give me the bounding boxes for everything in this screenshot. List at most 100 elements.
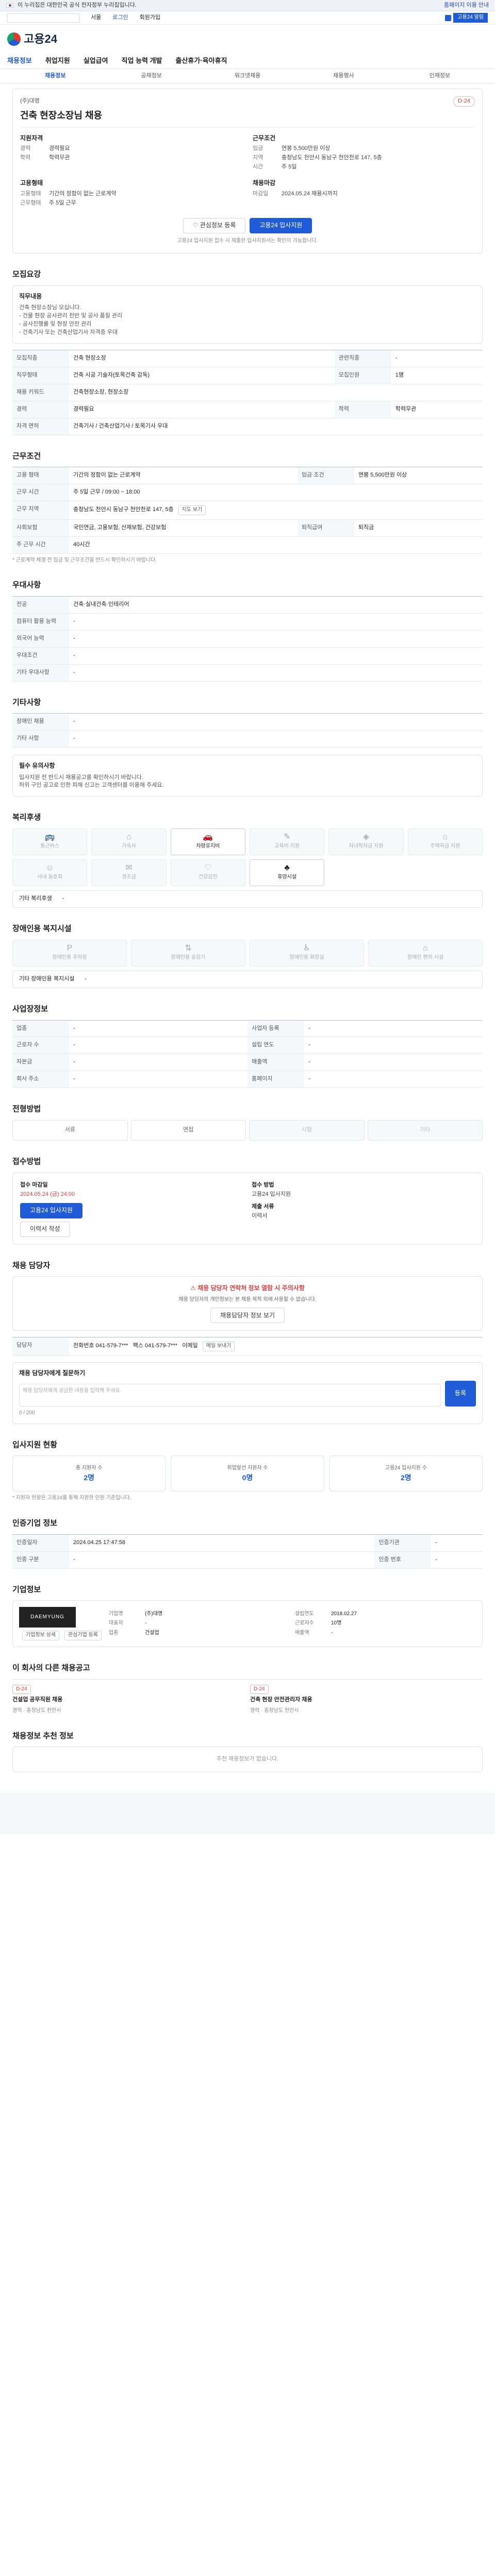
cap-icon: ◈	[362, 833, 370, 842]
section-official: 인증기업 정보	[12, 1518, 57, 1528]
recruit-table: 모집직종 건축 현장소장 관련직종 - 직무형태 건축 시공 기술자(토목건축 감독) 모…	[12, 349, 483, 435]
view-contact-button[interactable]: 채용담당자 정보 보기	[210, 1308, 285, 1324]
bed-icon: ⌂	[126, 833, 131, 842]
welfare-tile: ⌂ 주택자금 지원	[407, 828, 483, 856]
nav-employment-support[interactable]: 취업지원	[45, 56, 70, 66]
qa-box: 채용 담당자에게 질문하기 채용 담당자에게 궁금한 내용을 입력해 주세요. …	[12, 1362, 483, 1424]
welfare-tile: ♣ 휴양시설	[249, 859, 325, 887]
tab-events[interactable]: 채용행사	[295, 72, 391, 80]
section-disabled: 장애인용 복지시설	[12, 924, 72, 934]
stats-grid: 총 지원자 수 2명 취업알선 지원자 수 0명 고용24 입사지원 수 2명	[12, 1455, 483, 1492]
logo-mark-icon	[7, 32, 21, 46]
elevator-icon: ⇅ 장애인용 승강기	[131, 939, 245, 967]
tab-worknet[interactable]: 워크넷채용	[200, 72, 295, 80]
map-button[interactable]: 지도 보기	[178, 505, 206, 515]
car-icon: 🚗	[203, 833, 213, 842]
company-name[interactable]: (주)대명	[20, 97, 40, 106]
favorite-company-button[interactable]: 관심기업 등록	[64, 1631, 102, 1640]
disabled-other: 기타 장애인용 복지시설 -	[12, 970, 483, 988]
people-icon: ☺	[45, 863, 54, 873]
login-link[interactable]: 로그인	[112, 14, 128, 22]
gov-banner: 이 누리집은 대한민국 공식 전자정부 누리집입니다. 홈페이지 이용 안내	[0, 0, 495, 11]
header: 고용24	[0, 25, 495, 54]
section-apply: 접수방법	[12, 1157, 41, 1166]
sub-nav: 채용정보 공채정보 워크넷채용 채용행사 인재정보	[0, 69, 495, 83]
welfare-grid: 🚌 통근버스 ⌂ 기숙사 🚗 차량유지비 ✎ 교육비 지원 ◈ 자녀학자금 지원 ⌂ 주택자금 지원 ☺…	[12, 828, 483, 887]
nav-parental[interactable]: 출산휴가·육아휴직	[176, 56, 227, 66]
scrap-button[interactable]: ♡ 관심정보 등록	[183, 217, 246, 233]
job-summary-card: (주)대명 D-24 건축 현장소장님 채용 지원자격 경력 경력필요 학력 학력무…	[12, 89, 483, 253]
gift-icon: ✉	[125, 863, 133, 873]
deadline-value: 2024.05.24 (금) 24:00	[20, 1191, 75, 1197]
qualification-heading: 지원자격	[20, 134, 43, 142]
warning-icon: ⚠	[190, 1284, 198, 1292]
apply-card: 접수 마감일 2024.05.24 (금) 24:00 고용24 입사지원 이력…	[12, 1172, 483, 1245]
employment-type-heading: 고용형태	[20, 179, 43, 187]
welfare-tile: ⌂ 기숙사	[91, 828, 167, 856]
disabled-grid: P 장애인용 주차장 ⇅ 장애인용 승강기 ♿ 장애인용 화장실 ⌂ 장애인 편의 시설	[12, 939, 483, 967]
footer	[0, 1793, 495, 1835]
section-welfare: 복리후생	[12, 813, 41, 822]
apply-button[interactable]: 고용24 입사지원	[250, 217, 312, 233]
disabled-parking-icon: P 장애인용 주차장	[12, 939, 127, 967]
company-detail-button[interactable]: 기업정보 상세	[22, 1631, 59, 1640]
company-logo: DAEMYUNG	[19, 1607, 76, 1628]
apply-method-button[interactable]: 고용24 입사지원	[20, 1202, 82, 1218]
job-title: 건축 현장소장님 채용	[20, 110, 103, 121]
other-job-item[interactable]: D-24 건설업 공무직원 채용 경력 · 충청남도 천안시	[12, 1684, 245, 1715]
heart-icon: ♡	[204, 863, 212, 873]
signup-link[interactable]: 회원가입	[140, 14, 160, 22]
apply-note: 고용24 입사지원 접수 시 제출한 입사지원서는 확인이 가능합니다.	[177, 238, 318, 244]
extra-table: 장애인 채용 - 기타 사항 -	[12, 713, 483, 748]
welfare-tile: 🚌 통근버스	[12, 828, 88, 856]
welfare-other: 기타 복리후생 -	[12, 890, 483, 908]
notice-banner[interactable]: 고용24 알림	[445, 13, 488, 23]
restroom-icon: ♿ 장애인용 화장실	[250, 939, 364, 967]
contact-table: 담당자 전화번호 041-579-7*** 팩스 041-579-7*** 이메…	[12, 1337, 483, 1356]
work-table: 고용 형태 기간의 정함이 없는 근로계약 임금 조건 연봉 5,500만원 이상 근…	[12, 467, 483, 554]
step-interview: 면접	[130, 1120, 246, 1141]
step-etc: 기타	[367, 1120, 483, 1141]
stat-referral: 취업알선 지원자 수 0명	[171, 1455, 324, 1492]
section-work: 근무조건	[12, 451, 41, 461]
facility-icon: ⌂ 장애인 편의 시설	[368, 939, 483, 967]
work-note: * 근로계약 체결 전 임금 및 근무조건을 반드시 확인하시기 바랍니다.	[12, 557, 157, 563]
stat-online: 고용24 입사지원 수 2명	[329, 1455, 483, 1492]
bell-icon	[445, 14, 452, 21]
section-others: 이 회사의 다른 채용공고	[12, 1663, 90, 1672]
company-card: DAEMYUNG 기업정보 상세 관심기업 등록 기업명 (주)대명 설립연도 201…	[12, 1600, 483, 1647]
job-description: 직무내용 건축 현장소장님 모십니다. - 건물 현장 공사관리 전반 및 공사…	[12, 285, 483, 344]
welfare-tile: ☺ 사내 동호회	[12, 859, 88, 887]
welfare-tile: ✎ 교육비 지원	[249, 828, 325, 856]
nav-jobs[interactable]: 채용정보	[7, 56, 32, 66]
tab-public[interactable]: 공채정보	[103, 72, 199, 80]
qa-submit-button[interactable]: 등록	[444, 1381, 476, 1407]
contact-warning: ⚠ 채용 담당자 연락처 정보 열람 시 주의사항 채용 담당자의 개인정보는 …	[12, 1276, 483, 1331]
section-extra: 기타사항	[12, 698, 41, 707]
welfare-tile: ♡ 건강검진	[170, 859, 245, 887]
house-icon: ⌂	[442, 833, 448, 842]
deadline-heading: 채용마감	[253, 179, 276, 187]
step-test: 시험	[249, 1120, 365, 1141]
send-mail-button[interactable]: 메일 보내기	[202, 1342, 235, 1351]
section-recommend: 채용정보 추천 정보	[12, 1731, 74, 1740]
recommend-empty: 추천 채용정보가 없습니다.	[12, 1747, 483, 1773]
other-jobs: D-24 건설업 공무직원 채용 경력 · 충청남도 천안시 D-24 건축 현…	[12, 1679, 483, 1715]
resume-button[interactable]: 이력서 작성	[20, 1221, 70, 1237]
site-guide-link[interactable]: 홈페이지 이용 안내	[444, 2, 489, 10]
qa-input[interactable]: 채용 담당자에게 궁금한 내용을 입력해 주세요.	[19, 1384, 441, 1407]
logo[interactable]: 고용24	[7, 31, 57, 47]
nav-unemployment[interactable]: 실업급여	[84, 56, 108, 66]
location-label: 서울	[91, 14, 102, 21]
section-preference: 우대사항	[12, 581, 41, 590]
tab-jobs[interactable]: 채용정보	[7, 72, 103, 80]
stat-total: 총 지원자 수 2명	[12, 1455, 166, 1492]
main-nav: 채용정보 취업지원 실업급여 직업 능력 개발 출산휴가·육아휴직	[0, 54, 495, 69]
other-job-item[interactable]: D-24 건축 현장 안전관리자 채용 경력 · 충청남도 천안시	[250, 1684, 483, 1715]
nav-training[interactable]: 직업 능력 개발	[122, 56, 162, 66]
section-recruit: 모집요강	[12, 270, 41, 279]
top-bar: 서울 로그인 회원가입 고용24 알림	[0, 11, 495, 25]
tab-talent[interactable]: 인재정보	[392, 72, 488, 80]
location-select[interactable]	[7, 13, 79, 23]
conditions-heading: 근무조건	[253, 134, 276, 142]
